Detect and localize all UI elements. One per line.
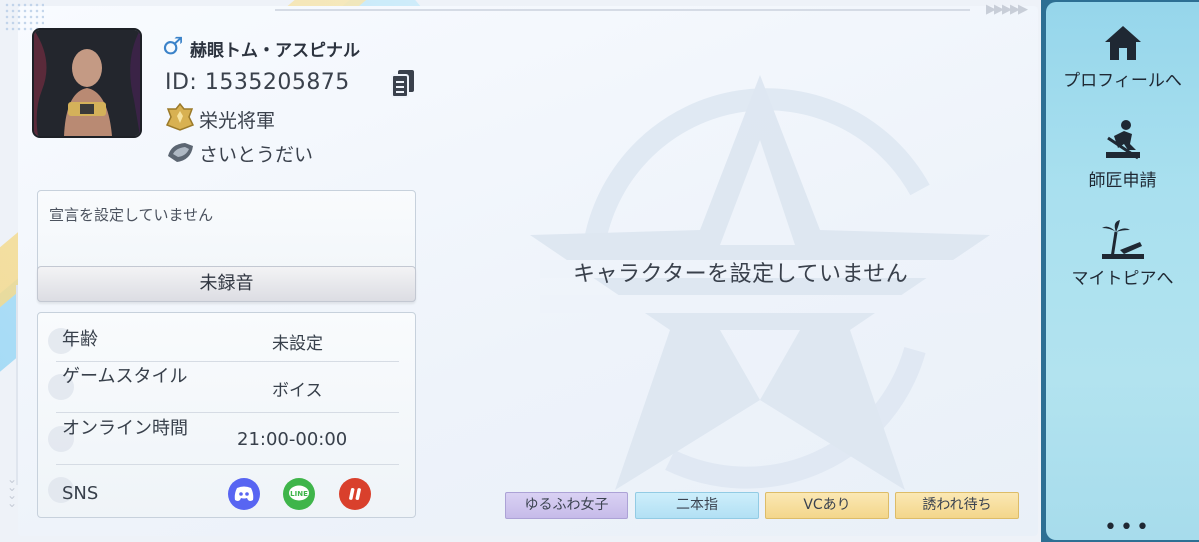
arrows-decor: ▶▶▶▶▶: [986, 2, 1028, 17]
red-brand-icon[interactable]: [339, 478, 371, 510]
info-label: 年齢: [62, 329, 98, 350]
discord-icon[interactable]: [228, 478, 260, 510]
sidebar-item-label: 師匠申請: [1088, 171, 1157, 191]
mentor-icon: [1105, 120, 1140, 160]
home-icon: [1104, 26, 1141, 60]
tag-chip: 二本指: [635, 492, 759, 519]
star-emblem-watermark: [530, 75, 990, 490]
beach-icon: [1101, 220, 1144, 259]
table-row: 年齢 未設定: [48, 319, 399, 362]
more-options-icon[interactable]: •••: [1104, 515, 1152, 540]
player-title: さいとうだい: [199, 144, 314, 166]
player-name: 赫眼トム・アスピナル: [190, 41, 360, 61]
tag-chip: VCあり: [765, 492, 889, 519]
sidebar-item-profile[interactable]: プロフィールへ: [1046, 24, 1199, 91]
info-label: オンライン時間: [62, 418, 188, 439]
info-table: 年齢 未設定 ゲームスタイル ボイス オンライン時間 21:00-00:00 S…: [37, 312, 416, 518]
rank-badge-icon: [165, 103, 195, 131]
title-badge-icon: [168, 143, 193, 162]
no-character-message: キャラクターを設定していません: [573, 262, 909, 287]
avatar-image: [34, 30, 140, 136]
rank-name: 栄光将軍: [199, 110, 276, 132]
svg-text:LINE: LINE: [290, 490, 308, 498]
dot-pattern-decor: [4, 2, 44, 32]
info-value: ボイス: [272, 381, 323, 401]
voice-record-button[interactable]: 未録音: [37, 266, 416, 302]
table-row: SNS LINE: [48, 465, 399, 513]
top-divider: [275, 9, 970, 11]
player-id: ID: 1535205875: [165, 70, 350, 95]
left-rail-decor: [16, 285, 18, 485]
info-value: 21:00-00:00: [237, 429, 348, 450]
avatar[interactable]: [34, 30, 140, 136]
sidebar-item-label: プロフィールへ: [1063, 71, 1182, 91]
sidebar-item-mentor[interactable]: 師匠申請: [1046, 118, 1199, 191]
declaration-text: 宣言を設定していません: [49, 206, 214, 224]
tag-chip: 誘われ待ち: [895, 492, 1019, 519]
table-row: オンライン時間 21:00-00:00: [48, 413, 399, 465]
sidebar-item-label: マイトピアへ: [1071, 269, 1174, 289]
tag-chip: ゆるふわ女子: [505, 492, 628, 519]
table-row: ゲームスタイル ボイス: [48, 362, 399, 413]
info-label: ゲームスタイル: [62, 366, 188, 387]
sidebar-item-mytopia[interactable]: マイトピアへ: [1046, 220, 1199, 289]
info-value: 未設定: [272, 334, 323, 354]
male-gender-icon: ♂: [162, 32, 184, 60]
line-icon[interactable]: LINE: [283, 478, 315, 510]
chevrons-decor: ⌄ ⌄ ⌄ ⌄: [7, 472, 18, 510]
copy-icon[interactable]: [390, 69, 416, 99]
info-label: SNS: [62, 483, 99, 504]
